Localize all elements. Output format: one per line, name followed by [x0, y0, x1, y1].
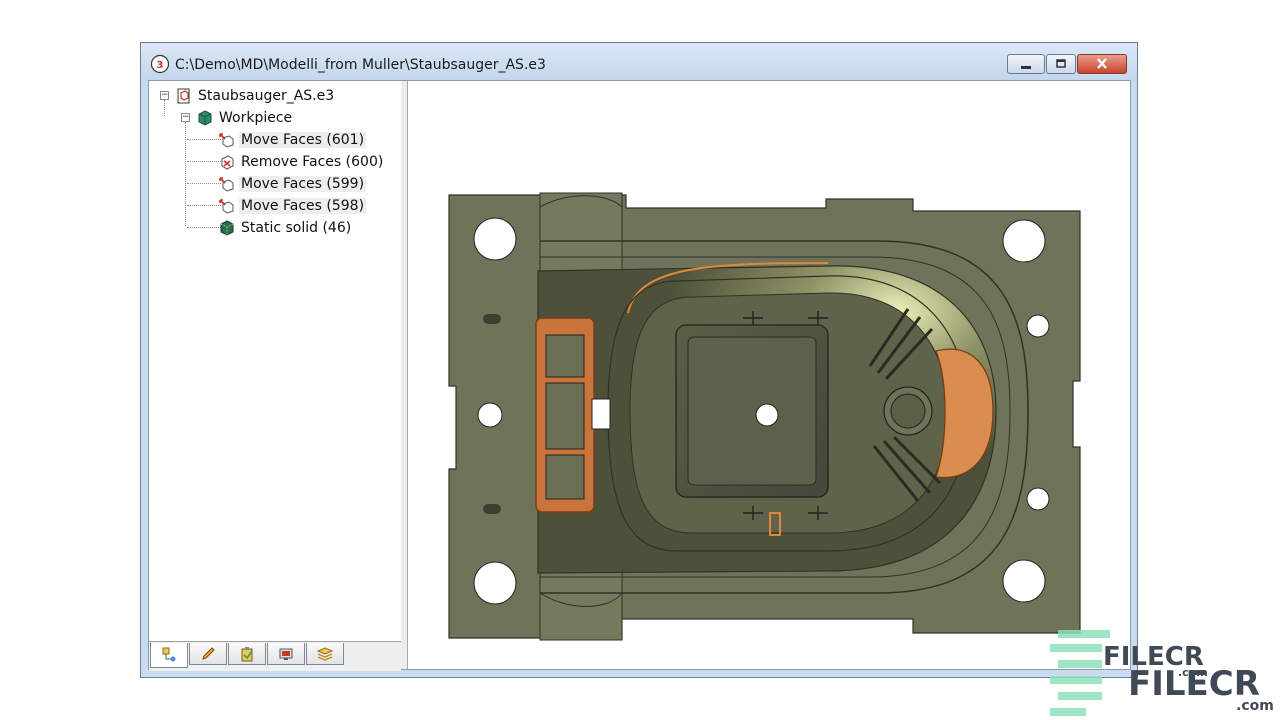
- tab-layers[interactable]: [306, 643, 344, 665]
- layers-icon: [317, 647, 333, 661]
- move-faces-icon: [219, 177, 234, 192]
- tree-item-workpiece[interactable]: Workpiece: [197, 108, 294, 128]
- tab-display[interactable]: [267, 643, 305, 665]
- cube-icon: [198, 110, 212, 126]
- svg-text:3: 3: [157, 60, 164, 71]
- maximize-icon: [1056, 59, 1066, 68]
- remove-faces-icon: [221, 155, 234, 170]
- minimize-button[interactable]: [1007, 54, 1045, 74]
- tree-item-label: Staubsauger_AS.e3: [198, 88, 335, 104]
- tree-connector: [187, 183, 221, 184]
- tree-item-root[interactable]: Staubsauger_AS.e3: [176, 86, 336, 106]
- move-faces-icon: [219, 133, 234, 148]
- collapse-toggle[interactable]: −: [181, 113, 190, 122]
- tree-item-feature[interactable]: Move Faces (601): [219, 130, 367, 150]
- watermark-logo-icon: [1050, 630, 1110, 716]
- tree-connector: [187, 139, 221, 140]
- move-faces-icon: [219, 199, 234, 214]
- feature-tree[interactable]: − Staubsauger_AS.e3 − Workpiece Move Fac…: [149, 81, 402, 641]
- tree-item-label: Move Faces (601): [239, 132, 367, 148]
- tree-item-label: Move Faces (598): [239, 198, 367, 214]
- tree-connector: [187, 227, 221, 228]
- panel-tab-strip: [149, 641, 401, 671]
- panel-splitter[interactable]: [401, 81, 408, 669]
- tree-item-feature[interactable]: Static solid (46): [219, 218, 353, 238]
- mounting-hole: [473, 561, 517, 605]
- client-area: − Staubsauger_AS.e3 − Workpiece Move Fac…: [148, 80, 1131, 671]
- close-button[interactable]: [1077, 54, 1127, 74]
- tree-view-icon: [162, 647, 176, 662]
- static-solid-icon: [220, 220, 234, 236]
- application-window: 3 C:\Demo\MD\Modelli_from Muller\Staubsa…: [140, 42, 1138, 678]
- close-icon: [1097, 58, 1107, 69]
- document-3d-icon: [177, 88, 190, 104]
- mounting-hole: [1002, 219, 1046, 263]
- tab-sketch[interactable]: [189, 643, 227, 665]
- tree-item-label: Move Faces (599): [239, 176, 367, 192]
- tree-item-feature[interactable]: Move Faces (598): [219, 196, 367, 216]
- left-panel: − Staubsauger_AS.e3 − Workpiece Move Fac…: [149, 81, 408, 671]
- tree-connector: [187, 205, 221, 206]
- tree-item-label: Workpiece: [219, 110, 293, 126]
- display-icon: [279, 648, 293, 660]
- watermark-suffix: .com: [1236, 698, 1274, 714]
- mounting-hole: [1002, 559, 1046, 603]
- tab-tree-view[interactable]: [150, 643, 188, 668]
- app-icon: 3: [150, 54, 170, 74]
- tree-item-label: Static solid (46): [241, 220, 352, 236]
- mold-cavity-model[interactable]: [408, 81, 1130, 669]
- pencil-icon: [202, 647, 215, 660]
- window-title: C:\Demo\MD\Modelli_from Muller\Staubsaug…: [175, 57, 546, 73]
- collapse-toggle[interactable]: −: [160, 91, 169, 100]
- tree-connector: [187, 161, 221, 162]
- tree-connector: [164, 100, 165, 116]
- tree-connector: [185, 122, 186, 226]
- tab-properties[interactable]: [228, 643, 266, 665]
- clipboard-icon: [241, 647, 253, 662]
- minimize-icon: [1021, 66, 1031, 69]
- maximize-button[interactable]: [1046, 54, 1076, 74]
- tree-item-feature[interactable]: Move Faces (599): [219, 174, 367, 194]
- mounting-hole: [473, 217, 517, 261]
- title-bar[interactable]: 3 C:\Demo\MD\Modelli_from Muller\Staubsa…: [141, 43, 1137, 81]
- tree-item-feature[interactable]: Remove Faces (600): [219, 152, 385, 172]
- model-viewport[interactable]: [408, 81, 1130, 669]
- center-hole: [755, 403, 779, 427]
- tree-item-label: Remove Faces (600): [241, 154, 384, 170]
